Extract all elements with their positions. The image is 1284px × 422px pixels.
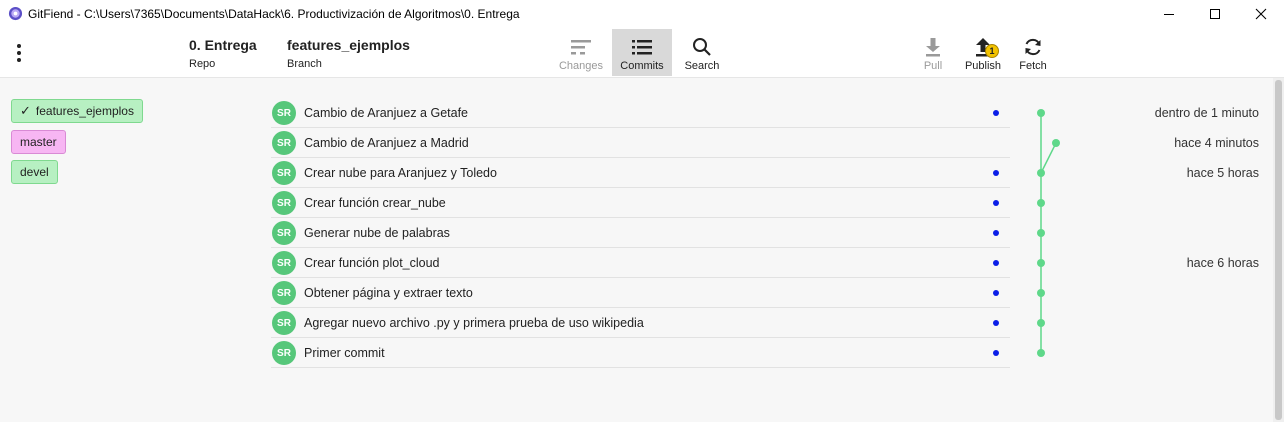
pull-icon [926,38,940,57]
unpushed-indicator [993,350,999,356]
search-icon [693,38,711,56]
commit-message: Obtener página y extraer texto [304,286,473,300]
publish-count-badge: 1 [985,44,999,58]
commits-tab[interactable]: Commits [612,29,672,76]
graph-node[interactable] [1037,349,1045,357]
graph-node[interactable] [1037,229,1045,237]
graph-node[interactable] [1037,109,1045,117]
maximize-button[interactable] [1192,0,1238,28]
minimize-icon [1164,14,1174,15]
commit-time: hace 6 horas [1186,256,1259,270]
app-logo-icon [8,6,23,21]
author-avatar: SR [272,101,296,125]
fetch-button[interactable]: Fetch [1012,29,1054,76]
checkmark-icon: ✓ [20,103,31,118]
commit-time: hace 5 horas [1186,166,1259,180]
publish-button[interactable]: Publish 1 [960,29,1006,76]
search-button[interactable]: Search [678,29,726,76]
commit-row[interactable]: SR Crear nube para Aranjuez y Toledo [271,158,1010,188]
author-avatar: SR [272,311,296,335]
author-avatar: SR [272,131,296,155]
unpushed-indicator [993,200,999,206]
commit-message: Cambio de Aranjuez a Madrid [304,136,469,150]
branch-tag-current[interactable]: ✓ features_ejemplos [11,99,143,123]
branch-tag-label: devel [20,165,49,179]
graph-node[interactable] [1037,289,1045,297]
branch-name: features_ejemplos [287,37,410,53]
commits-label: Commits [620,60,664,72]
commit-time: hace 4 minutos [1174,136,1259,150]
publish-label: Publish [964,60,1002,72]
commit-message: Crear nube para Aranjuez y Toledo [304,166,497,180]
commit-row[interactable]: SR Primer commit [271,338,1010,368]
maximize-icon [1210,9,1220,19]
commit-message: Generar nube de palabras [304,226,450,240]
author-avatar: SR [272,191,296,215]
unpushed-indicator [993,320,999,326]
pull-button[interactable]: Pull [914,29,952,76]
repo-label: Repo [189,58,216,70]
branch-tag-master[interactable]: master [11,130,66,154]
branch-tag-label: master [20,135,57,149]
graph-branch-line [1040,142,1057,174]
commit-row[interactable]: SR Cambio de Aranjuez a Getafe [271,98,1010,128]
commit-time: dentro de 1 minuto [1154,106,1259,120]
branch-selector[interactable]: features_ejemplos Branch [287,37,410,70]
branch-label: Branch [287,58,322,70]
unpushed-indicator [993,260,999,266]
pull-label: Pull [923,60,943,72]
commits-list-icon [632,40,652,55]
window-title: GitFiend - C:\Users\7365\Documents\DataH… [28,7,520,21]
author-avatar: SR [272,341,296,365]
commit-message: Crear función crear_nube [304,196,446,210]
changes-icon [571,40,591,55]
window-titlebar: GitFiend - C:\Users\7365\Documents\DataH… [0,0,1284,28]
commit-row[interactable]: SR Crear función plot_cloud [271,248,1010,278]
commit-row[interactable]: SR Generar nube de palabras [271,218,1010,248]
unpushed-indicator [993,170,999,176]
search-label: Search [684,60,720,72]
graph-node[interactable] [1052,139,1060,147]
vertical-scrollbar[interactable] [1273,78,1284,422]
author-avatar: SR [272,221,296,245]
author-avatar: SR [272,161,296,185]
main-toolbar: 0. Entrega Repo features_ejemplos Branch… [0,28,1284,78]
scrollbar-thumb[interactable] [1275,80,1282,420]
commit-row[interactable]: SR Agregar nuevo archivo .py y primera p… [271,308,1010,338]
commit-message: Primer commit [304,346,385,360]
graph-node[interactable] [1037,199,1045,207]
close-button[interactable] [1238,0,1284,28]
repo-name: 0. Entrega [189,37,257,53]
author-avatar: SR [272,281,296,305]
commit-graph [1037,109,1060,357]
graph-node[interactable] [1037,319,1045,327]
close-icon [1255,8,1267,20]
branch-tag-label: features_ejemplos [35,104,134,118]
graph-node[interactable] [1037,169,1045,177]
author-avatar: SR [272,251,296,275]
kebab-menu-icon[interactable] [10,40,28,66]
fetch-label: Fetch [1019,60,1047,72]
commit-message: Agregar nuevo archivo .py y primera prue… [304,316,644,330]
graph-node[interactable] [1037,259,1045,267]
repo-selector[interactable]: 0. Entrega Repo [189,37,257,70]
branch-tag-devel[interactable]: devel [11,160,58,184]
fetch-icon [1025,38,1041,56]
changes-button[interactable]: Changes [556,29,606,76]
unpushed-indicator [993,290,999,296]
changes-label: Changes [558,60,604,72]
minimize-button[interactable] [1146,0,1192,28]
commit-row[interactable]: SR Obtener página y extraer texto [271,278,1010,308]
commit-row[interactable]: SR Cambio de Aranjuez a Madrid [271,128,1010,158]
commit-message: Cambio de Aranjuez a Getafe [304,106,468,120]
unpushed-indicator [993,110,999,116]
commit-message: Crear función plot_cloud [304,256,440,270]
commit-row[interactable]: SR Crear función crear_nube [271,188,1010,218]
unpushed-indicator [993,230,999,236]
